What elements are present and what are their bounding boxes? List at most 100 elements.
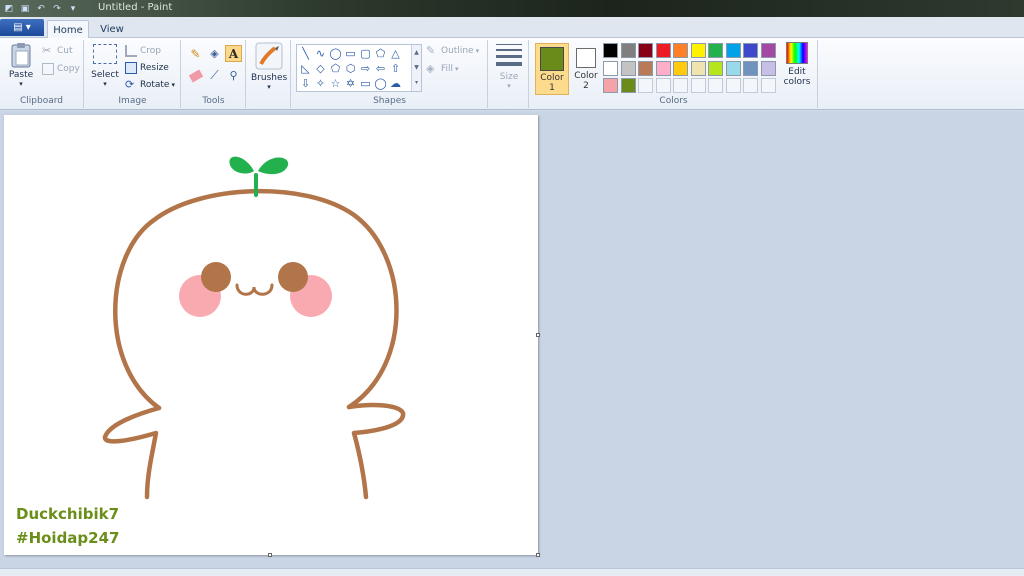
scissors-icon: ✂	[42, 43, 52, 57]
left-arrow-shape-icon[interactable]: ⇦	[374, 62, 387, 75]
copy-button[interactable]: Copy	[42, 61, 80, 76]
color-swatch[interactable]	[620, 43, 636, 58]
color-swatch[interactable]	[708, 43, 723, 58]
color-swatch[interactable]	[708, 78, 723, 93]
hexagon-shape-icon[interactable]: ⬡	[344, 62, 357, 75]
color2-label: Color	[574, 71, 598, 81]
select-button[interactable]: Select ▾	[89, 44, 121, 88]
tab-home[interactable]: Home	[47, 20, 89, 39]
color-swatch[interactable]	[760, 43, 776, 58]
color-swatch[interactable]	[743, 60, 758, 76]
polygon-shape-icon[interactable]: ⬠	[374, 47, 387, 60]
callout-oval-shape-icon[interactable]: ◯	[374, 77, 387, 90]
magnifier-tool[interactable]: ⚲	[225, 68, 242, 83]
color-swatch[interactable]	[603, 78, 618, 93]
resize-icon	[125, 61, 137, 74]
color2-number: 2	[583, 81, 589, 91]
color-swatch[interactable]	[638, 78, 653, 93]
rotate-button[interactable]: ⟳ Rotate ▾	[125, 77, 175, 92]
right-triangle-shape-icon[interactable]: ◺	[299, 62, 312, 75]
edit-colors-label-2: colors	[783, 77, 811, 87]
resize-label: Resize	[140, 62, 169, 73]
color-swatch[interactable]	[725, 78, 741, 93]
six-point-star-shape-icon[interactable]: ✡	[344, 77, 357, 90]
four-point-star-shape-icon[interactable]: ✧	[314, 77, 327, 90]
triangle-shape-icon[interactable]: △	[389, 47, 402, 60]
paint-app-icon[interactable]: ◩	[2, 2, 16, 15]
crop-button[interactable]: Crop	[125, 43, 161, 58]
up-arrow-shape-icon[interactable]: ⇧	[389, 62, 402, 75]
undo-icon[interactable]: ↶	[34, 2, 48, 15]
color-swatch[interactable]	[725, 60, 741, 76]
rounded-rectangle-shape-icon[interactable]: ▢	[359, 47, 372, 60]
color-swatch[interactable]	[673, 60, 688, 76]
color-swatch[interactable]	[655, 43, 671, 58]
color-swatch[interactable]	[690, 60, 706, 76]
color-swatch[interactable]	[708, 60, 723, 76]
callout-rectangle-shape-icon[interactable]: ▭	[359, 77, 372, 90]
left-eye	[201, 262, 231, 292]
text-tool[interactable]: A	[225, 45, 242, 62]
customize-quick-access-icon[interactable]: ▾	[66, 2, 80, 15]
fill-bucket-disabled-icon: ◈	[426, 61, 435, 75]
down-arrow-shape-icon[interactable]: ⇩	[299, 77, 312, 90]
color-swatch[interactable]	[743, 43, 758, 58]
color-swatch[interactable]	[655, 78, 671, 93]
color-swatch[interactable]	[690, 78, 706, 93]
fill-tool[interactable]: ◈	[206, 46, 223, 61]
outline-button[interactable]: ✎ Outline ▾	[426, 43, 479, 58]
color-swatch[interactable]	[620, 78, 636, 93]
color-swatch[interactable]	[620, 60, 636, 76]
drawing-canvas[interactable]: Duckchibik7 #Hoidap247	[4, 115, 538, 555]
outline-label: Outline	[441, 45, 474, 56]
eraser-tool[interactable]	[187, 68, 204, 83]
resize-handle-right[interactable]	[536, 333, 540, 337]
diamond-shape-icon[interactable]: ◇	[314, 62, 327, 75]
five-point-star-shape-icon[interactable]: ☆	[329, 77, 342, 90]
select-label: Select	[91, 70, 119, 80]
rectangle-shape-icon[interactable]: ▭	[344, 47, 357, 60]
edit-colors-button[interactable]: Edit colors	[780, 42, 814, 87]
color-swatch[interactable]	[603, 60, 618, 76]
pentagon-shape-icon[interactable]: ⬠	[329, 62, 342, 75]
redo-icon[interactable]: ↷	[50, 2, 64, 15]
resize-handle-corner[interactable]	[536, 553, 540, 557]
line-shape-icon[interactable]: ╲	[299, 47, 312, 60]
tab-view[interactable]: View	[92, 20, 132, 39]
quick-access-toolbar: ◩ ▣ ↶ ↷ ▾	[2, 1, 82, 16]
cut-button[interactable]: ✂ Cut	[42, 43, 73, 58]
oval-shape-icon[interactable]: ◯	[329, 47, 342, 60]
resize-handle-bottom[interactable]	[268, 553, 272, 557]
color-picker-tool[interactable]: ⟋	[206, 68, 223, 83]
paste-button[interactable]: Paste ▾	[6, 42, 36, 88]
color-swatch[interactable]	[673, 43, 688, 58]
color-swatch[interactable]	[603, 43, 618, 58]
clipboard-group: Paste ▾ ✂ Cut Copy Clipboard	[0, 40, 84, 108]
save-quick-icon[interactable]: ▣	[18, 2, 32, 15]
color-swatch[interactable]	[638, 60, 653, 76]
color1-button[interactable]: Color 1	[535, 43, 569, 95]
curve-shape-icon[interactable]: ∿	[314, 47, 327, 60]
color-swatch[interactable]	[760, 78, 776, 93]
callout-cloud-shape-icon[interactable]: ☁	[389, 77, 402, 90]
color-swatch[interactable]	[690, 43, 706, 58]
select-dropdown-icon: ▾	[103, 80, 107, 88]
fill-button[interactable]: ◈ Fill ▾	[426, 61, 459, 76]
resize-button[interactable]: Resize	[125, 60, 169, 75]
color-swatch[interactable]	[638, 43, 653, 58]
right-arrow-shape-icon[interactable]: ⇨	[359, 62, 372, 75]
mouth	[235, 283, 274, 296]
color2-button[interactable]: Color 2	[571, 43, 601, 95]
file-menu-button[interactable]: ▤ ▾	[0, 19, 44, 36]
brushes-button[interactable]: Brushes ▾	[251, 42, 287, 91]
color-swatch[interactable]	[725, 43, 741, 58]
color-swatch[interactable]	[760, 60, 776, 76]
color-swatch[interactable]	[673, 78, 688, 93]
color-swatch[interactable]	[743, 78, 758, 93]
left-arm	[102, 405, 162, 500]
pencil-tool[interactable]: ✎	[187, 46, 204, 61]
size-button[interactable]: Size ▾	[493, 44, 525, 90]
color-swatch[interactable]	[655, 60, 671, 76]
sprout-leaf-right	[258, 157, 289, 175]
shapes-scrollbar[interactable]: ▲ ▼ ▾	[411, 45, 421, 91]
